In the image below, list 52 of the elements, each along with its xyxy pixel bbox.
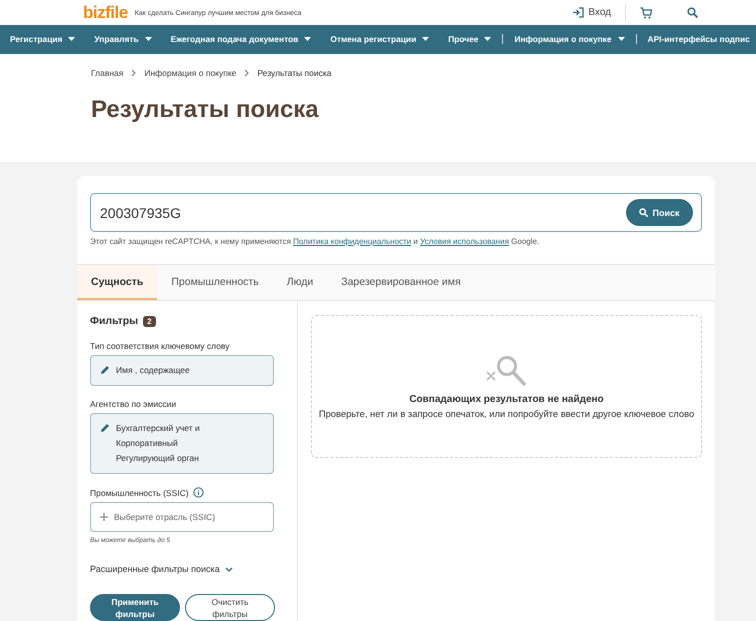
caret-icon [618,37,625,42]
advanced-filters-toggle[interactable]: Расширенные фильтры поиска [90,564,284,574]
filter-count-badge: 2 [143,316,156,326]
info-icon[interactable] [192,487,204,498]
tab[interactable]: Зарезервированное имя [327,265,475,300]
nav-menu-item[interactable]: Прочее [448,34,492,44]
terms-link[interactable]: Условия использования [420,237,509,246]
filter-label: Агентство по эмиссии [90,399,176,409]
search-icon[interactable] [687,7,698,18]
caret-icon [422,37,430,42]
login-icon [572,7,584,18]
nav-menu-item[interactable]: Отмена регистрации [330,34,430,44]
recaptcha-notice: Этот сайт защищен reCAPTCHA, к нему применяются Политика конфиденциальности и Условия использования Google. [90,237,540,246]
nav-menu-item[interactable]: API-интерфейсы подпис [636,34,750,44]
industry-picker[interactable]: Выберите отрасль (SSIC) [90,502,274,532]
tab[interactable]: Промышленность [157,265,273,300]
caret-icon [68,37,76,42]
page-title: Результаты поиска [91,96,320,124]
tab[interactable]: Люди [272,265,328,300]
nav-menu-item[interactable]: Информация о покупке [502,34,625,44]
clear-filters-button[interactable]: Очистить фильтры [185,594,275,621]
filter-selection[interactable]: Имя , содержащее [90,355,274,386]
caret-icon [144,37,152,42]
nav-menu-item[interactable]: Регистрация [10,34,76,44]
filter-selection[interactable]: Бухгалтерский учет и Корпоративный Регулирующий орган [90,413,274,474]
no-results-icon [484,354,528,388]
privacy-policy-link[interactable]: Политика конфиденциальности [293,237,412,246]
pencil-icon [100,423,110,433]
caret-icon [304,37,312,42]
apply-filters-button[interactable]: Применить фильтры [90,594,180,621]
filter-label: Промышленность (SSIC) [90,488,189,498]
caret-icon [484,37,492,42]
chevron-icon [131,68,136,77]
breadcrumb-link[interactable]: Главная [91,68,124,78]
nav-menu-item[interactable]: Управлять [94,34,152,44]
empty-message: Проверьте, нет ли в запросе опечаток, или попробуйте ввести другое ключевое слово [318,408,694,419]
plus-icon [100,513,108,521]
cart-icon[interactable] [640,6,652,19]
chevron-icon [224,566,233,572]
filter-label: Тип соответствия ключевому слову [90,341,230,351]
breadcrumb-link[interactable]: Результаты поиска [257,68,332,78]
tab[interactable]: Сущность [77,265,158,300]
search-field[interactable]: 200307935G Поиск [90,193,702,232]
search-icon [639,208,648,217]
chevron-icon [244,68,250,77]
pencil-icon [100,365,110,375]
search-button[interactable]: Поиск [626,199,693,226]
breadcrumb-link[interactable]: Информация о покупке [144,68,236,78]
nav-menu-item[interactable]: Ежегодная подача документов [170,34,312,44]
filters-title: Фильтры [90,315,138,327]
empty-title: Совпадающих результатов не найдено [409,394,604,405]
login-link[interactable]: Вход [572,7,611,18]
